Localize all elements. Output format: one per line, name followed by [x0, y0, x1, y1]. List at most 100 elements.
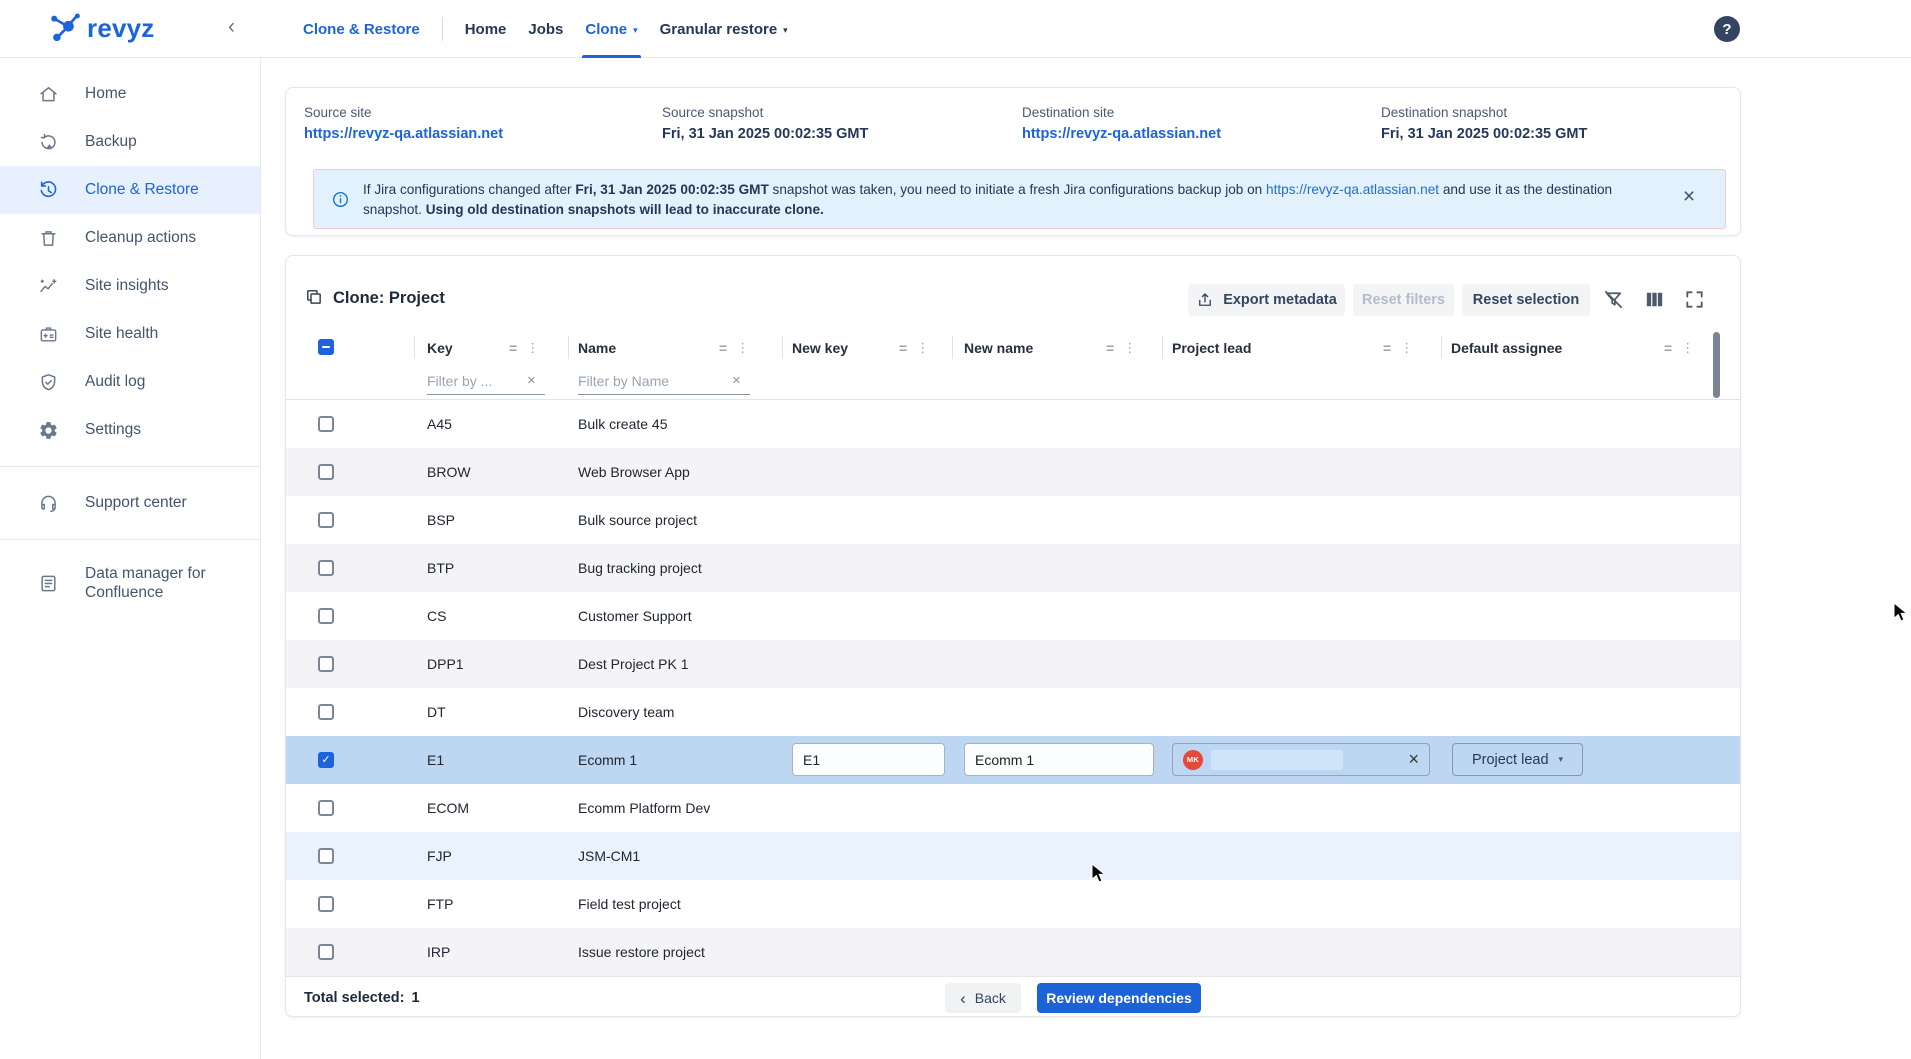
sidebar-item-support-center[interactable]: Support center [0, 479, 260, 527]
sidebar-item-audit-log[interactable]: Audit log [0, 358, 260, 406]
snapshot-field-destination-site: Destination site https://revyz-qa.atlass… [1022, 105, 1221, 142]
cell-key: BTP [427, 544, 454, 592]
info-banner: If Jira configurations changed after Fri… [313, 169, 1726, 229]
clear-filter-icon[interactable]: × [732, 372, 741, 389]
snapshot-field-source-site: Source site https://revyz-qa.atlassian.n… [304, 105, 503, 142]
filter-off-icon[interactable] [1602, 288, 1625, 311]
table-row-btp[interactable]: BTP Bug tracking project [286, 544, 1740, 592]
table-row-e1[interactable]: E1 Ecomm 1MK ×Project lead▾ [286, 736, 1740, 784]
table-row-dt[interactable]: DT Discovery team [286, 688, 1740, 736]
sidebar-item-backup[interactable]: Backup [0, 118, 260, 166]
document-icon [38, 573, 59, 594]
fullscreen-icon[interactable] [1683, 288, 1706, 311]
new-name-input[interactable] [964, 743, 1154, 776]
export-metadata-button[interactable]: Export metadata [1188, 284, 1345, 316]
column-menu-icon[interactable]: ⋮ [1400, 340, 1413, 356]
sidebar-item-settings[interactable]: Settings [0, 406, 260, 454]
column-header-default-assignee[interactable]: Default assignee [1451, 331, 1562, 364]
nav-item-granular-restore[interactable]: Granular restore▾ [660, 0, 788, 58]
sidebar-item-clone-restore[interactable]: Clone & Restore [0, 166, 260, 214]
nav-item-jobs[interactable]: Jobs [528, 0, 563, 58]
trash-icon [38, 228, 59, 249]
row-checkbox[interactable] [318, 512, 334, 528]
column-menu-icon[interactable]: ⋮ [1681, 340, 1694, 356]
column-resize-icon[interactable]: = [1664, 340, 1672, 356]
table-row-ftp[interactable]: FTP Field test project [286, 880, 1740, 928]
sidebar-item-home[interactable]: Home [0, 70, 260, 118]
column-resize-icon[interactable]: = [899, 340, 907, 356]
back-button[interactable]: ‹ Back [945, 983, 1021, 1013]
table-row-cs[interactable]: CS Customer Support [286, 592, 1740, 640]
table-row-a45[interactable]: A45 Bulk create 45 [286, 400, 1740, 448]
reset-filters-button[interactable]: Reset filters [1353, 284, 1454, 316]
main-content: Destination snapshot Fri, 31 Jan 2025 00… [261, 58, 1911, 1059]
column-resize-icon[interactable]: = [719, 340, 727, 356]
table-row-dpp1[interactable]: DPP1 Dest Project PK 1 [286, 640, 1740, 688]
nav-item-clone[interactable]: Clone▾ [585, 0, 637, 58]
site-link[interactable]: https://revyz-qa.atlassian.net [1022, 126, 1221, 142]
select-all-checkbox[interactable] [318, 339, 334, 355]
sidebar-collapse-icon[interactable]: ‹ [228, 15, 235, 39]
row-checkbox[interactable] [318, 896, 334, 912]
row-checkbox[interactable] [318, 656, 334, 672]
new-key-input[interactable] [792, 743, 945, 776]
row-checkbox[interactable] [318, 800, 334, 816]
row-checkbox[interactable] [318, 608, 334, 624]
column-resize-icon[interactable]: = [1106, 340, 1114, 356]
row-checkbox[interactable] [318, 416, 334, 432]
review-dependencies-button[interactable]: Review dependencies [1037, 983, 1201, 1013]
column-menu-icon[interactable]: ⋮ [1123, 340, 1136, 356]
column-menu-icon[interactable]: ⋮ [736, 340, 749, 356]
project-lead-field[interactable]: MK × [1172, 743, 1430, 776]
filter-input-name[interactable] [578, 373, 732, 389]
sidebar-item-data-manager-for-confluence[interactable]: Data manager for Confluence [0, 552, 260, 614]
column-header-new-key[interactable]: New key [792, 331, 848, 364]
column-resize-icon[interactable]: = [509, 340, 517, 356]
site-link[interactable]: https://revyz-qa.atlassian.net [304, 126, 503, 142]
filter-input-key[interactable] [427, 373, 527, 389]
column-menu-icon[interactable]: ⋮ [526, 340, 539, 356]
revyz-logo: revyz [46, 12, 155, 44]
column-header-new-name[interactable]: New name [964, 331, 1033, 364]
columns-icon[interactable] [1643, 288, 1666, 311]
total-selected: Total selected: 1 [304, 977, 420, 1019]
help-icon[interactable]: ? [1714, 16, 1740, 42]
row-checkbox[interactable] [318, 560, 334, 576]
banner-link[interactable]: https://revyz-qa.atlassian.net [1266, 182, 1439, 197]
sidebar-item-cleanup-actions[interactable]: Cleanup actions [0, 214, 260, 262]
column-menu-icon[interactable]: ⋮ [916, 340, 929, 356]
row-checkbox[interactable] [318, 752, 334, 768]
close-icon[interactable]: × [1676, 184, 1702, 210]
column-header-key[interactable]: Key [427, 331, 453, 364]
default-assignee-dropdown[interactable]: Project lead▾ [1452, 743, 1583, 776]
clear-filter-icon[interactable]: × [527, 372, 536, 389]
breadcrumb[interactable]: Clone & Restore [303, 21, 420, 38]
column-resize-icon[interactable]: = [1383, 340, 1391, 356]
cell-name: Field test project [578, 880, 681, 928]
row-checkbox[interactable] [318, 848, 334, 864]
clear-lead-icon[interactable]: × [1408, 749, 1419, 770]
table-row-ecom[interactable]: ECOM Ecomm Platform Dev [286, 784, 1740, 832]
table-row-irp[interactable]: IRP Issue restore project [286, 928, 1740, 976]
row-checkbox[interactable] [318, 944, 334, 960]
table-row-fjp[interactable]: FJP JSM-CM1 [286, 832, 1740, 880]
topbar: revyz ‹ Clone & Restore Home Jobs Clone▾ Gr… [0, 0, 1911, 58]
row-checkbox[interactable] [318, 464, 334, 480]
nav-item-home[interactable]: Home [465, 0, 507, 58]
table-row-bsp[interactable]: BSP Bulk source project [286, 496, 1740, 544]
column-header-name[interactable]: Name [578, 331, 616, 364]
sidebar-item-site-health[interactable]: Site health [0, 310, 260, 358]
table-footer: Total selected: 1 ‹ Back Review dependen… [286, 976, 1740, 1018]
sidebar-item-site-insights[interactable]: Site insights [0, 262, 260, 310]
cell-key: DPP1 [427, 640, 464, 688]
chevron-down-icon: ▾ [1559, 754, 1564, 765]
column-header-project-lead[interactable]: Project lead [1172, 331, 1251, 364]
info-icon [331, 190, 350, 209]
sidebar: HomeBackupClone & RestoreCleanup actions… [0, 58, 261, 1059]
snapshot-field-destination-snapshot: Destination snapshot Fri, 31 Jan 2025 00… [1381, 105, 1587, 142]
row-checkbox[interactable] [318, 704, 334, 720]
reset-selection-button[interactable]: Reset selection [1462, 284, 1590, 316]
cell-key: DT [427, 688, 446, 736]
table-scrollbar-thumb[interactable] [1713, 332, 1720, 398]
table-row-brow[interactable]: BROW Web Browser App [286, 448, 1740, 496]
